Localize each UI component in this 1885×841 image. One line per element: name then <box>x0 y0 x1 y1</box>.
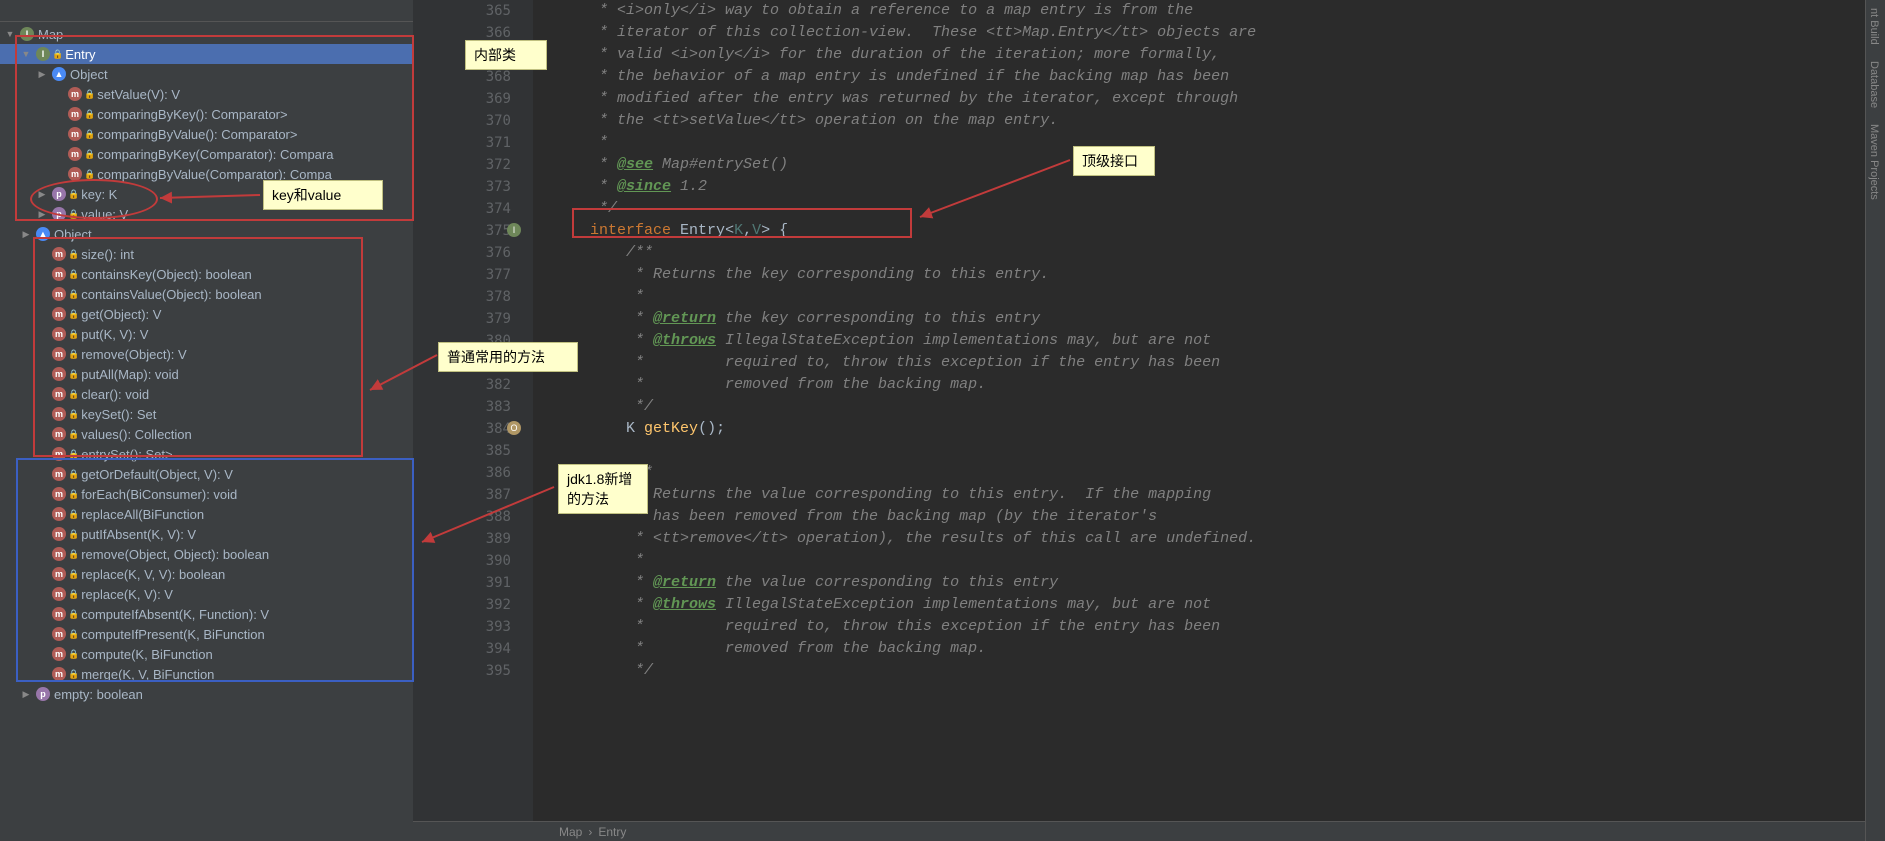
method-icon: m <box>52 647 66 661</box>
method-icon: m <box>52 407 66 421</box>
tree-item[interactable]: m🔒remove(Object): V <box>0 344 413 364</box>
method-icon: m <box>52 587 66 601</box>
tree-item[interactable]: m🔒replace(K, V, V): boolean <box>0 564 413 584</box>
annotation-inner-class: 内部类 <box>465 40 547 70</box>
method-icon: m <box>52 667 66 681</box>
tree-item[interactable]: m🔒size(): int <box>0 244 413 264</box>
tree-item[interactable]: m🔒comparingByValue(): Comparator> <box>0 124 413 144</box>
breadcrumb-child[interactable]: Entry <box>598 825 626 839</box>
structure-panel: ▼IMap ▼I🔒Entry ▶▲Object m🔒setValue(V): V… <box>0 0 413 841</box>
property-icon: p <box>52 187 66 201</box>
interface-icon: I <box>36 47 50 61</box>
method-icon: m <box>52 387 66 401</box>
method-icon: m <box>52 487 66 501</box>
tree-item[interactable]: m🔒clear(): void <box>0 384 413 404</box>
tree-item[interactable]: m🔒containsKey(Object): boolean <box>0 264 413 284</box>
tab-maven[interactable]: Maven Projects <box>1866 116 1882 208</box>
method-icon: m <box>52 447 66 461</box>
method-icon: m <box>68 167 82 181</box>
right-toolbar: nt Build Database Maven Projects <box>1865 0 1885 841</box>
tab-database[interactable]: Database <box>1866 53 1882 116</box>
method-icon: m <box>52 627 66 641</box>
tree-item[interactable]: m🔒forEach(BiConsumer): void <box>0 484 413 504</box>
method-icon: m <box>52 527 66 541</box>
breadcrumb-parent[interactable]: Map <box>559 825 582 839</box>
method-icon: m <box>52 607 66 621</box>
structure-tree: ▼IMap ▼I🔒Entry ▶▲Object m🔒setValue(V): V… <box>0 22 413 706</box>
property-icon: p <box>52 207 66 221</box>
tree-item[interactable]: m🔒computeIfPresent(K, BiFunction <box>0 624 413 644</box>
tree-item[interactable]: m🔒comparingByKey(): Comparator> <box>0 104 413 124</box>
implement-icon[interactable]: I <box>507 223 521 237</box>
code-editor[interactable]: 3653663673683693703713723733743753763773… <box>413 0 1865 841</box>
tree-item[interactable]: m🔒getOrDefault(Object, V): V <box>0 464 413 484</box>
tree-item[interactable]: m🔒computeIfAbsent(K, Function): V <box>0 604 413 624</box>
method-icon: m <box>52 367 66 381</box>
tree-entry[interactable]: ▼I🔒Entry <box>0 44 413 64</box>
method-icon: m <box>52 247 66 261</box>
method-icon: m <box>52 347 66 361</box>
class-icon: ▲ <box>52 67 66 81</box>
tree-item[interactable]: m🔒comparingByKey(Comparator): Compara <box>0 144 413 164</box>
method-icon: m <box>52 287 66 301</box>
method-icon: m <box>52 467 66 481</box>
annotation-common: 普通常用的方法 <box>438 342 578 372</box>
property-icon: p <box>36 687 50 701</box>
tree-item[interactable]: m🔒values(): Collection <box>0 424 413 444</box>
tree-item[interactable]: m🔒put(K, V): V <box>0 324 413 344</box>
tree-map[interactable]: ▼IMap <box>0 24 413 44</box>
code-area[interactable]: * <i>only</i> way to obtain a reference … <box>533 0 1865 841</box>
tree-item[interactable]: m🔒replace(K, V): V <box>0 584 413 604</box>
tree-item[interactable]: ▶pempty: boolean <box>0 684 413 704</box>
tree-item[interactable]: m🔒merge(K, V, BiFunction <box>0 664 413 684</box>
method-icon: m <box>52 547 66 561</box>
method-icon: m <box>52 327 66 341</box>
method-icon: m <box>52 567 66 581</box>
annotation-jdk8: jdk1.8新增的方法 <box>558 464 648 514</box>
tree-item[interactable]: m🔒putAll(Map): void <box>0 364 413 384</box>
method-icon: m <box>68 147 82 161</box>
tree-item[interactable]: m🔒keySet(): Set <box>0 404 413 424</box>
method-icon: m <box>68 87 82 101</box>
interface-icon: I <box>20 27 34 41</box>
method-icon: m <box>52 307 66 321</box>
tree-item[interactable]: m🔒get(Object): V <box>0 304 413 324</box>
tree-object2[interactable]: ▶▲Object <box>0 224 413 244</box>
class-icon: ▲ <box>36 227 50 241</box>
gutter: 3653663673683693703713723733743753763773… <box>413 0 533 841</box>
tree-item[interactable]: m🔒putIfAbsent(K, V): V <box>0 524 413 544</box>
tree-object[interactable]: ▶▲Object <box>0 64 413 84</box>
annotation-key-value: key和value <box>263 180 383 210</box>
tree-item[interactable]: m🔒entrySet(): Set> <box>0 444 413 464</box>
method-icon: m <box>68 107 82 121</box>
method-icon: m <box>68 127 82 141</box>
method-icon: m <box>52 267 66 281</box>
structure-toolbar <box>0 0 413 22</box>
tree-item[interactable]: m🔒replaceAll(BiFunction <box>0 504 413 524</box>
breadcrumb[interactable]: Map › Entry <box>413 821 1865 841</box>
override-icon[interactable]: O <box>507 421 521 435</box>
tab-build[interactable]: nt Build <box>1866 0 1882 53</box>
tree-item[interactable]: m🔒containsValue(Object): boolean <box>0 284 413 304</box>
tree-item[interactable]: m🔒remove(Object, Object): boolean <box>0 544 413 564</box>
method-icon: m <box>52 507 66 521</box>
method-icon: m <box>52 427 66 441</box>
tree-item[interactable]: m🔒compute(K, BiFunction <box>0 644 413 664</box>
tree-item[interactable]: m🔒setValue(V): V <box>0 84 413 104</box>
annotation-top-interface: 顶级接口 <box>1073 146 1155 176</box>
